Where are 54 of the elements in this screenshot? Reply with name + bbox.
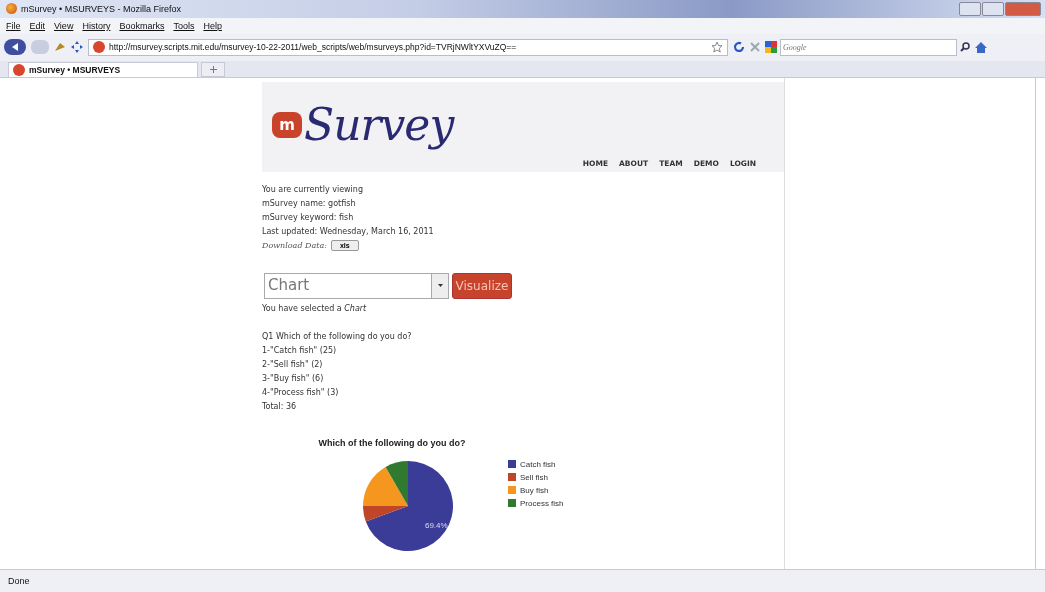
slice-label: 69.4% <box>424 521 448 531</box>
menu-item[interactable]: File <box>6 20 21 31</box>
legend-swatch <box>508 485 516 494</box>
new-tab-button[interactable] <box>201 61 225 77</box>
site-icon <box>93 41 105 54</box>
search-field[interactable]: Google <box>780 38 957 56</box>
menu-item[interactable]: Bookmarks <box>119 20 165 31</box>
legend-swatch <box>508 472 516 481</box>
move-icon[interactable] <box>71 41 83 54</box>
download-label: Download Data: <box>262 240 327 250</box>
star-icon[interactable] <box>711 41 723 54</box>
reload-icon[interactable] <box>733 41 745 54</box>
logo-mark: m <box>272 111 302 138</box>
legend-label: Sell fish <box>520 472 548 482</box>
legend-label: Catch fish <box>520 459 556 469</box>
info-text: Last updated: Wednesday, March 16, 2011 <box>262 225 435 238</box>
search-engine-icon[interactable] <box>765 41 777 54</box>
menu-item[interactable]: Tools <box>173 20 195 31</box>
logo-text: Survey <box>304 99 454 151</box>
view-select[interactable]: Chart <box>264 272 449 299</box>
plus-icon <box>209 65 217 73</box>
legend-label: Buy fish <box>520 485 549 495</box>
url-text: http://msurvey.scripts.mit.edu/msurvey-10-22-2011/web_scripts/web/msurveys.php?id=TVRjNWltYXVuZQ== <box>109 42 517 53</box>
total-text: Total: 36 <box>262 400 298 413</box>
info-text: mSurvey keyword: fish <box>262 211 355 224</box>
legend-swatch <box>508 498 516 507</box>
info-text: You are currently viewing <box>262 183 364 196</box>
address-field[interactable]: http://msurvey.scripts.mit.edu/msurvey-10-22-2011/web_scripts/web/msurveys.php?id=TVRjNWltYXVuZQ== <box>88 38 728 56</box>
answer-count: 2-"Sell fish" (2) <box>262 358 324 371</box>
status-text: Done <box>8 576 30 586</box>
window-title: mSurvey • MSURVEYS - Mozilla Firefox <box>21 4 182 14</box>
menu-item[interactable]: Help <box>203 20 222 31</box>
answer-count: 4-"Process fish" (3) <box>262 386 340 399</box>
menu-item[interactable]: View <box>54 20 74 31</box>
answer-count: 1-"Catch fish" (25) <box>262 344 338 357</box>
dropdown-icon <box>431 273 448 298</box>
info-text: mSurvey name: gotfish <box>262 197 357 210</box>
chart-title: Which of the following do you do? <box>318 437 466 448</box>
stop-icon[interactable] <box>750 42 760 53</box>
menu-item[interactable]: History <box>82 20 111 31</box>
minimize-button[interactable] <box>959 2 981 16</box>
back-arrow-icon <box>12 43 18 52</box>
answer-count: 3-"Buy fish" (6) <box>262 372 325 385</box>
menu-item[interactable]: Edit <box>29 20 46 31</box>
browser-tab[interactable]: mSurvey • MSURVEYS <box>8 61 198 77</box>
search-icon[interactable] <box>960 42 970 53</box>
question-text: Q1 Which of the following do you do? <box>262 330 413 343</box>
legend-label: Process fish <box>520 498 564 508</box>
selection-note: You have selected a Chart <box>262 302 368 315</box>
site-icon <box>13 63 25 76</box>
legend-swatch <box>508 459 516 468</box>
maximize-button[interactable] <box>982 2 1004 16</box>
back-button[interactable] <box>4 39 26 56</box>
home-icon[interactable] <box>975 41 987 53</box>
